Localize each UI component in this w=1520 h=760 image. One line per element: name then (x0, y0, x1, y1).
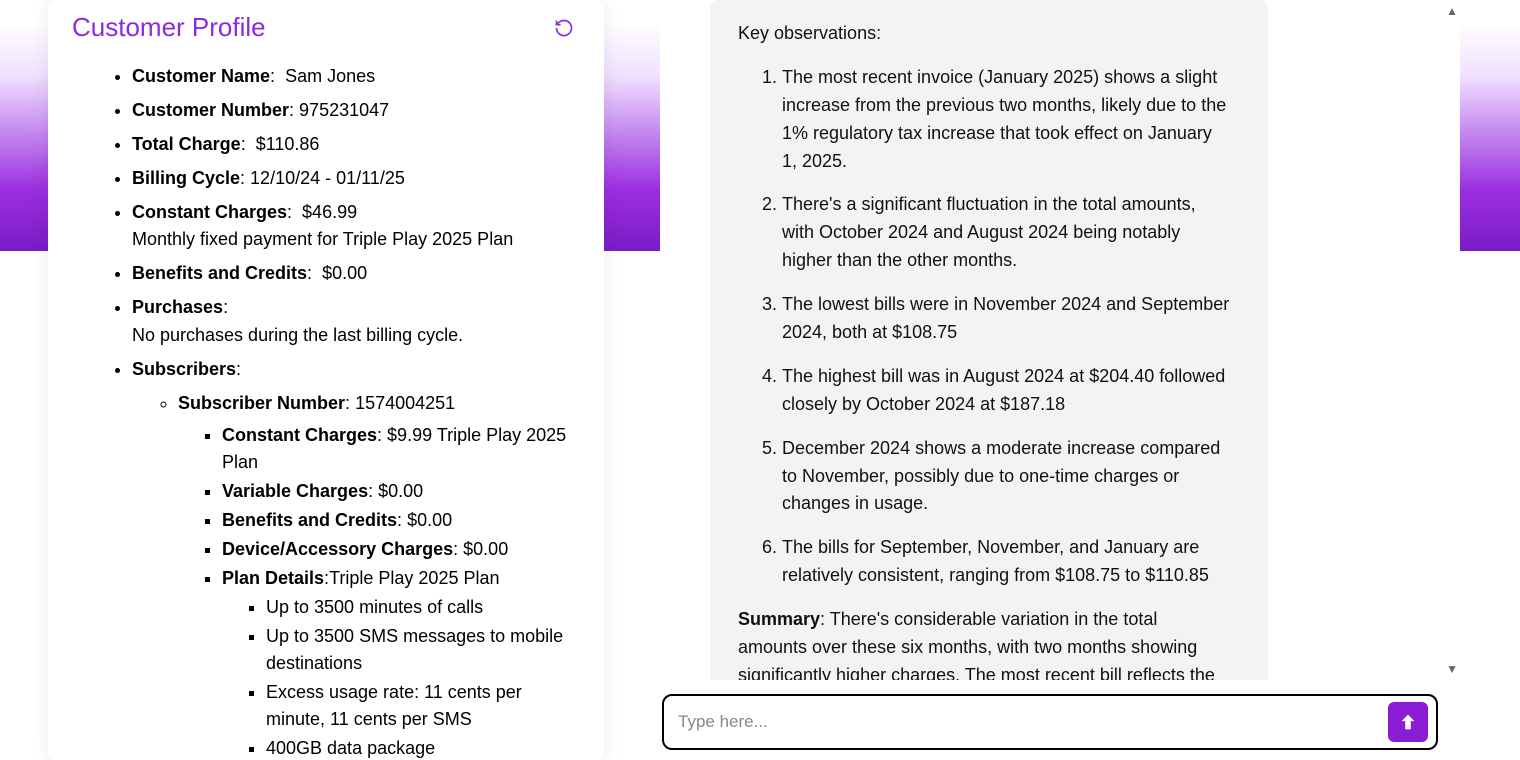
chat-scroll[interactable]: ▲ Key observations: The most recent invo… (660, 0, 1460, 680)
sub-device: Device/Accessory Charges: $0.00 (222, 536, 570, 563)
scroll-up-icon[interactable]: ▲ (1446, 4, 1458, 18)
subscriber-item: Subscriber Number: 1574004251 Constant C… (178, 390, 570, 760)
profile-field-constant: Constant Charges: $46.99 Monthly fixed p… (132, 199, 570, 255)
summary-paragraph: Summary: There's considerable variation … (738, 606, 1230, 680)
plan-feature: 400GB data package (266, 735, 570, 760)
profile-field-number: Customer Number: 975231047 (132, 97, 570, 125)
observation-item: The lowest bills were in November 2024 a… (782, 291, 1230, 347)
chat-input[interactable] (678, 712, 1388, 732)
observation-item: December 2024 shows a moderate increase … (782, 435, 1230, 519)
arrow-up-icon (1397, 711, 1419, 733)
send-button[interactable] (1388, 702, 1428, 742)
profile-field-cycle: Billing Cycle: 12/10/24 - 01/11/25 (132, 165, 570, 193)
chat-panel: ▲ Key observations: The most recent invo… (660, 0, 1460, 760)
observation-item: The bills for September, November, and J… (782, 534, 1230, 590)
plan-feature: Up to 3500 minutes of calls (266, 594, 570, 621)
plan-feature: Up to 3500 SMS messages to mobile destin… (266, 623, 570, 677)
plan-feature: Excess usage rate: 11 cents per minute, … (266, 679, 570, 733)
observation-item: There's a significant fluctuation in the… (782, 191, 1230, 275)
profile-field-purchases: Purchases: No purchases during the last … (132, 294, 570, 350)
refresh-icon[interactable] (554, 18, 574, 38)
profile-scroll[interactable]: Customer Name: Sam Jones Customer Number… (72, 63, 576, 760)
sub-variable: Variable Charges: $0.00 (222, 478, 570, 505)
page-title: Customer Profile (72, 12, 266, 43)
chat-input-container (662, 694, 1438, 750)
profile-field-total: Total Charge: $110.86 (132, 131, 570, 159)
sub-plan: Plan Details:Triple Play 2025 Plan Up to… (222, 565, 570, 760)
assistant-message: Key observations: The most recent invoic… (710, 0, 1268, 680)
profile-field-benefits: Benefits and Credits: $0.00 (132, 260, 570, 288)
scroll-down-icon[interactable]: ▼ (1446, 662, 1458, 676)
sub-benefits: Benefits and Credits: $0.00 (222, 507, 570, 534)
sub-constant: Constant Charges: $9.99 Triple Play 2025… (222, 422, 570, 476)
profile-field-subscribers: Subscribers: Subscriber Number: 15740042… (132, 356, 570, 760)
profile-field-name: Customer Name: Sam Jones (132, 63, 570, 91)
customer-profile-panel: Customer Profile Customer Name: Sam Jone… (48, 0, 604, 760)
observations-heading: Key observations: (738, 20, 1230, 48)
observation-item: The highest bill was in August 2024 at $… (782, 363, 1230, 419)
observation-item: The most recent invoice (January 2025) s… (782, 64, 1230, 176)
